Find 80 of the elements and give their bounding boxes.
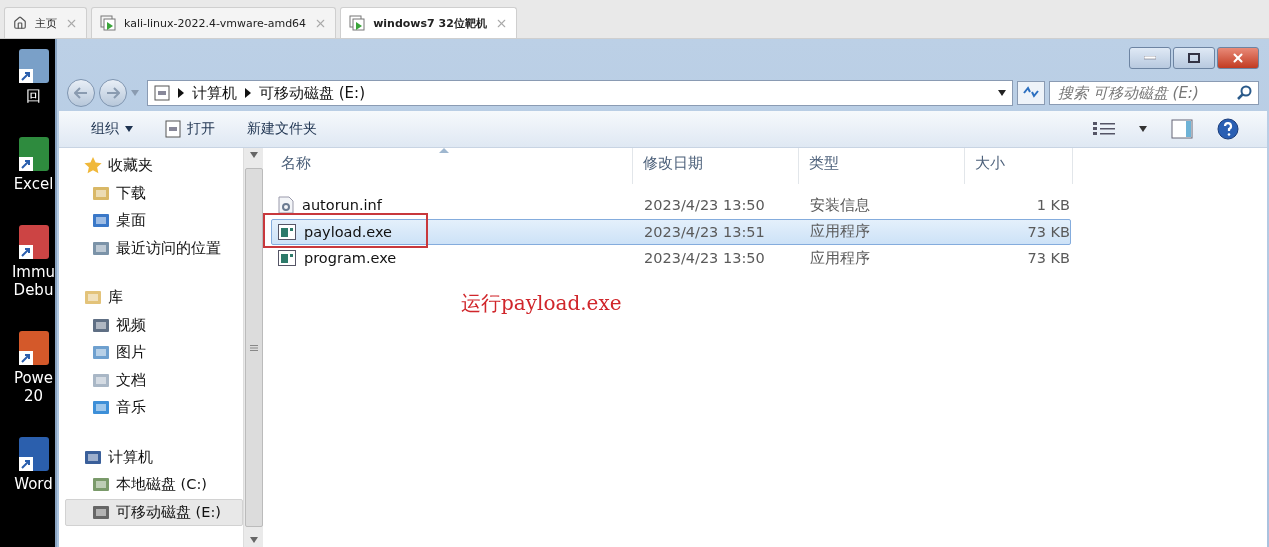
close-button[interactable] xyxy=(1217,47,1259,69)
application-icon xyxy=(165,120,181,138)
chevron-icon[interactable] xyxy=(178,88,184,98)
file-type: 应用程序 xyxy=(809,248,871,268)
column-header[interactable]: 名称 xyxy=(271,148,633,184)
removable-drive-icon xyxy=(92,503,110,521)
file-type: 安装信息 xyxy=(809,195,871,215)
dropdown-caret-icon[interactable] xyxy=(998,90,1006,96)
desktop-icon-label: Immu Debu xyxy=(11,263,55,299)
browser-tab[interactable]: kali-linux-2022.4-vmware-amd64 xyxy=(91,7,337,38)
column-header[interactable]: 大小 xyxy=(965,148,1073,184)
address-bar[interactable]: 计算机 可移动磁盘 (E:) xyxy=(147,80,1013,106)
file-name: payload.exe xyxy=(304,223,392,240)
drive-icon xyxy=(92,476,110,494)
sidebar-item[interactable]: 库 xyxy=(65,284,243,312)
sidebar-item[interactable]: 下载 xyxy=(65,179,243,207)
modified-date: 2023/4/23 13:51 xyxy=(643,223,766,240)
sidebar-item[interactable]: 收藏夹 xyxy=(65,152,243,180)
sidebar-item[interactable]: 图片 xyxy=(65,339,243,367)
browser-tab[interactable]: 主页 xyxy=(4,7,87,38)
home-icon xyxy=(13,16,27,30)
file-name: program.exe xyxy=(304,250,397,267)
file-type: 应用程序 xyxy=(809,222,871,242)
annotation-text: 运行payload.exe xyxy=(461,289,623,317)
monitor-icon xyxy=(92,212,110,230)
new-folder-button[interactable]: 新建文件夹 xyxy=(243,118,321,140)
scroll-up-icon[interactable] xyxy=(249,152,258,158)
help-icon[interactable] xyxy=(1217,118,1239,140)
drive-icon xyxy=(154,85,170,101)
minimize-icon xyxy=(1144,56,1156,60)
browser-tab[interactable]: windows7 32位靶机 xyxy=(340,7,517,38)
file-size: 1 KB xyxy=(1035,197,1071,214)
star-icon xyxy=(84,157,102,175)
back-arrow-icon xyxy=(74,87,88,99)
sidebar-item[interactable]: 视频 xyxy=(65,311,243,339)
column-header[interactable]: 类型 xyxy=(799,148,965,184)
desktop-icon-label: Word xyxy=(14,475,53,493)
application-icon xyxy=(278,223,296,240)
maximize-icon xyxy=(1188,53,1200,63)
column-header[interactable]: 修改日期 xyxy=(633,148,799,184)
search-field[interactable]: 搜索 可移动磁盘 (E:) xyxy=(1049,81,1259,105)
chevron-icon[interactable] xyxy=(245,88,251,98)
modified-date: 2023/4/23 13:50 xyxy=(643,250,766,267)
maximize-button[interactable] xyxy=(1173,47,1215,69)
caret-icon[interactable] xyxy=(125,126,133,132)
folder-icon xyxy=(92,184,110,202)
close-icon xyxy=(1231,51,1245,65)
sidebar-item[interactable]: 本地磁盘 (C:) xyxy=(65,471,243,499)
sidebar-item[interactable]: 音乐 xyxy=(65,394,243,422)
vm-icon xyxy=(100,15,116,31)
file-row[interactable]: payload.exe 2023/4/23 13:51 应用程序 73 KB xyxy=(271,218,1071,245)
file-name: autorun.inf xyxy=(302,197,382,214)
sidebar-item[interactable]: 文档 xyxy=(65,366,243,394)
forward-arrow-icon xyxy=(106,87,120,99)
sidebar-item[interactable]: 最近访问的位置 xyxy=(65,234,243,262)
desktop-icon-label: Powe 20 xyxy=(13,369,54,405)
file-row[interactable]: program.exe 2023/4/23 13:50 应用程序 73 KB xyxy=(271,245,1071,272)
vm-icon xyxy=(349,15,366,31)
refresh-button[interactable] xyxy=(1017,81,1045,105)
computer-icon xyxy=(84,448,102,466)
desktop-icon-label: 回 xyxy=(26,87,41,105)
refresh-icon xyxy=(1022,84,1040,99)
search-icon[interactable] xyxy=(1237,85,1253,101)
breadcrumb[interactable]: 可移动磁盘 (E:) xyxy=(259,83,365,103)
file-row[interactable]: autorun.inf 2023/4/23 13:50 安装信息 1 KB xyxy=(271,192,1071,219)
desktop-icon-label: Excel xyxy=(13,175,54,193)
modified-date: 2023/4/23 13:50 xyxy=(643,197,766,214)
file-size: 73 KB xyxy=(1026,223,1071,240)
view-options-icon[interactable] xyxy=(1093,121,1115,137)
view-caret-icon[interactable] xyxy=(1139,126,1147,132)
sidebar-item[interactable]: 可移动磁盘 (E:) xyxy=(65,498,243,526)
breadcrumb[interactable]: 计算机 xyxy=(192,83,237,103)
file-size: 73 KB xyxy=(1026,250,1071,267)
sidebar-item[interactable]: 计算机 xyxy=(65,443,243,471)
settings-file-icon xyxy=(278,196,294,215)
scroll-down-icon[interactable] xyxy=(249,537,258,543)
organize-button[interactable]: 组织 xyxy=(87,118,137,140)
sidebar-item[interactable]: 桌面 xyxy=(65,207,243,235)
open-button[interactable]: 打开 xyxy=(161,118,219,140)
application-icon xyxy=(278,250,296,267)
